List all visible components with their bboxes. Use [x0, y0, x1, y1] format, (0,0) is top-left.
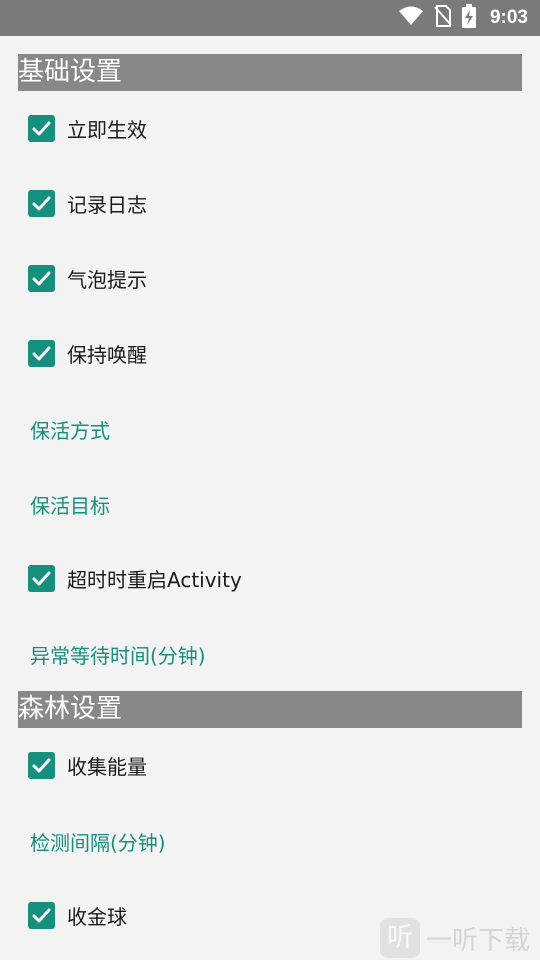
- checkbox-checked-icon[interactable]: [28, 565, 55, 592]
- setting-label: 保持唤醒: [67, 343, 147, 367]
- checkbox-checked-icon[interactable]: [28, 190, 55, 217]
- watermark-logo-glyph: 听: [386, 923, 413, 953]
- setting-link-label[interactable]: 异常等待时间(分钟): [30, 640, 206, 669]
- section-header-forest: 森林设置: [18, 691, 522, 728]
- section-header-basic: 基础设置: [18, 54, 522, 91]
- setting-label: 超时时重启Activity: [67, 568, 242, 592]
- status-bar: 9:03: [0, 0, 540, 36]
- setting-label: 记录日志: [67, 193, 147, 217]
- watermark-text: 一听下载: [426, 925, 531, 956]
- status-time: 9:03: [489, 7, 528, 28]
- battery-charging-icon: [461, 4, 476, 32]
- checkbox-checked-icon[interactable]: [28, 115, 55, 142]
- setting-label: 收金球: [67, 905, 127, 929]
- checkbox-checked-icon[interactable]: [28, 265, 55, 292]
- setting-link-label[interactable]: 保活方式: [30, 415, 110, 444]
- setting-row-collect-energy[interactable]: 收集能量: [0, 728, 540, 803]
- setting-row-restart-activity[interactable]: 超时时重启Activity: [0, 541, 540, 616]
- setting-link-label[interactable]: 保活目标: [30, 490, 110, 519]
- setting-label: 气泡提示: [67, 268, 147, 292]
- setting-link-label[interactable]: 检测间隔(分钟): [30, 827, 166, 856]
- setting-row-check-interval[interactable]: 检测间隔(分钟): [0, 804, 540, 879]
- setting-row-bubble-tips[interactable]: 气泡提示: [0, 241, 540, 316]
- setting-row-keepalive-mode[interactable]: 保活方式: [0, 392, 540, 467]
- setting-label: 收集能量: [67, 755, 147, 779]
- no-sim-icon: [434, 5, 452, 31]
- checkbox-checked-icon[interactable]: [28, 752, 55, 779]
- setting-label: 立即生效: [67, 118, 147, 142]
- status-icons: 9:03: [398, 0, 528, 36]
- setting-row-record-log[interactable]: 记录日志: [0, 166, 540, 241]
- watermark-logo: 听: [380, 918, 420, 958]
- checkbox-checked-icon[interactable]: [28, 340, 55, 367]
- watermark: 听 一听下载: [380, 916, 530, 960]
- setting-row-error-wait-time[interactable]: 异常等待时间(分钟): [0, 617, 540, 692]
- setting-row-keep-awake[interactable]: 保持唤醒: [0, 316, 540, 391]
- setting-row-keepalive-target[interactable]: 保活目标: [0, 467, 540, 542]
- checkbox-checked-icon[interactable]: [28, 902, 55, 929]
- setting-row-immediate-effect[interactable]: 立即生效: [0, 91, 540, 166]
- wifi-icon: [398, 6, 424, 30]
